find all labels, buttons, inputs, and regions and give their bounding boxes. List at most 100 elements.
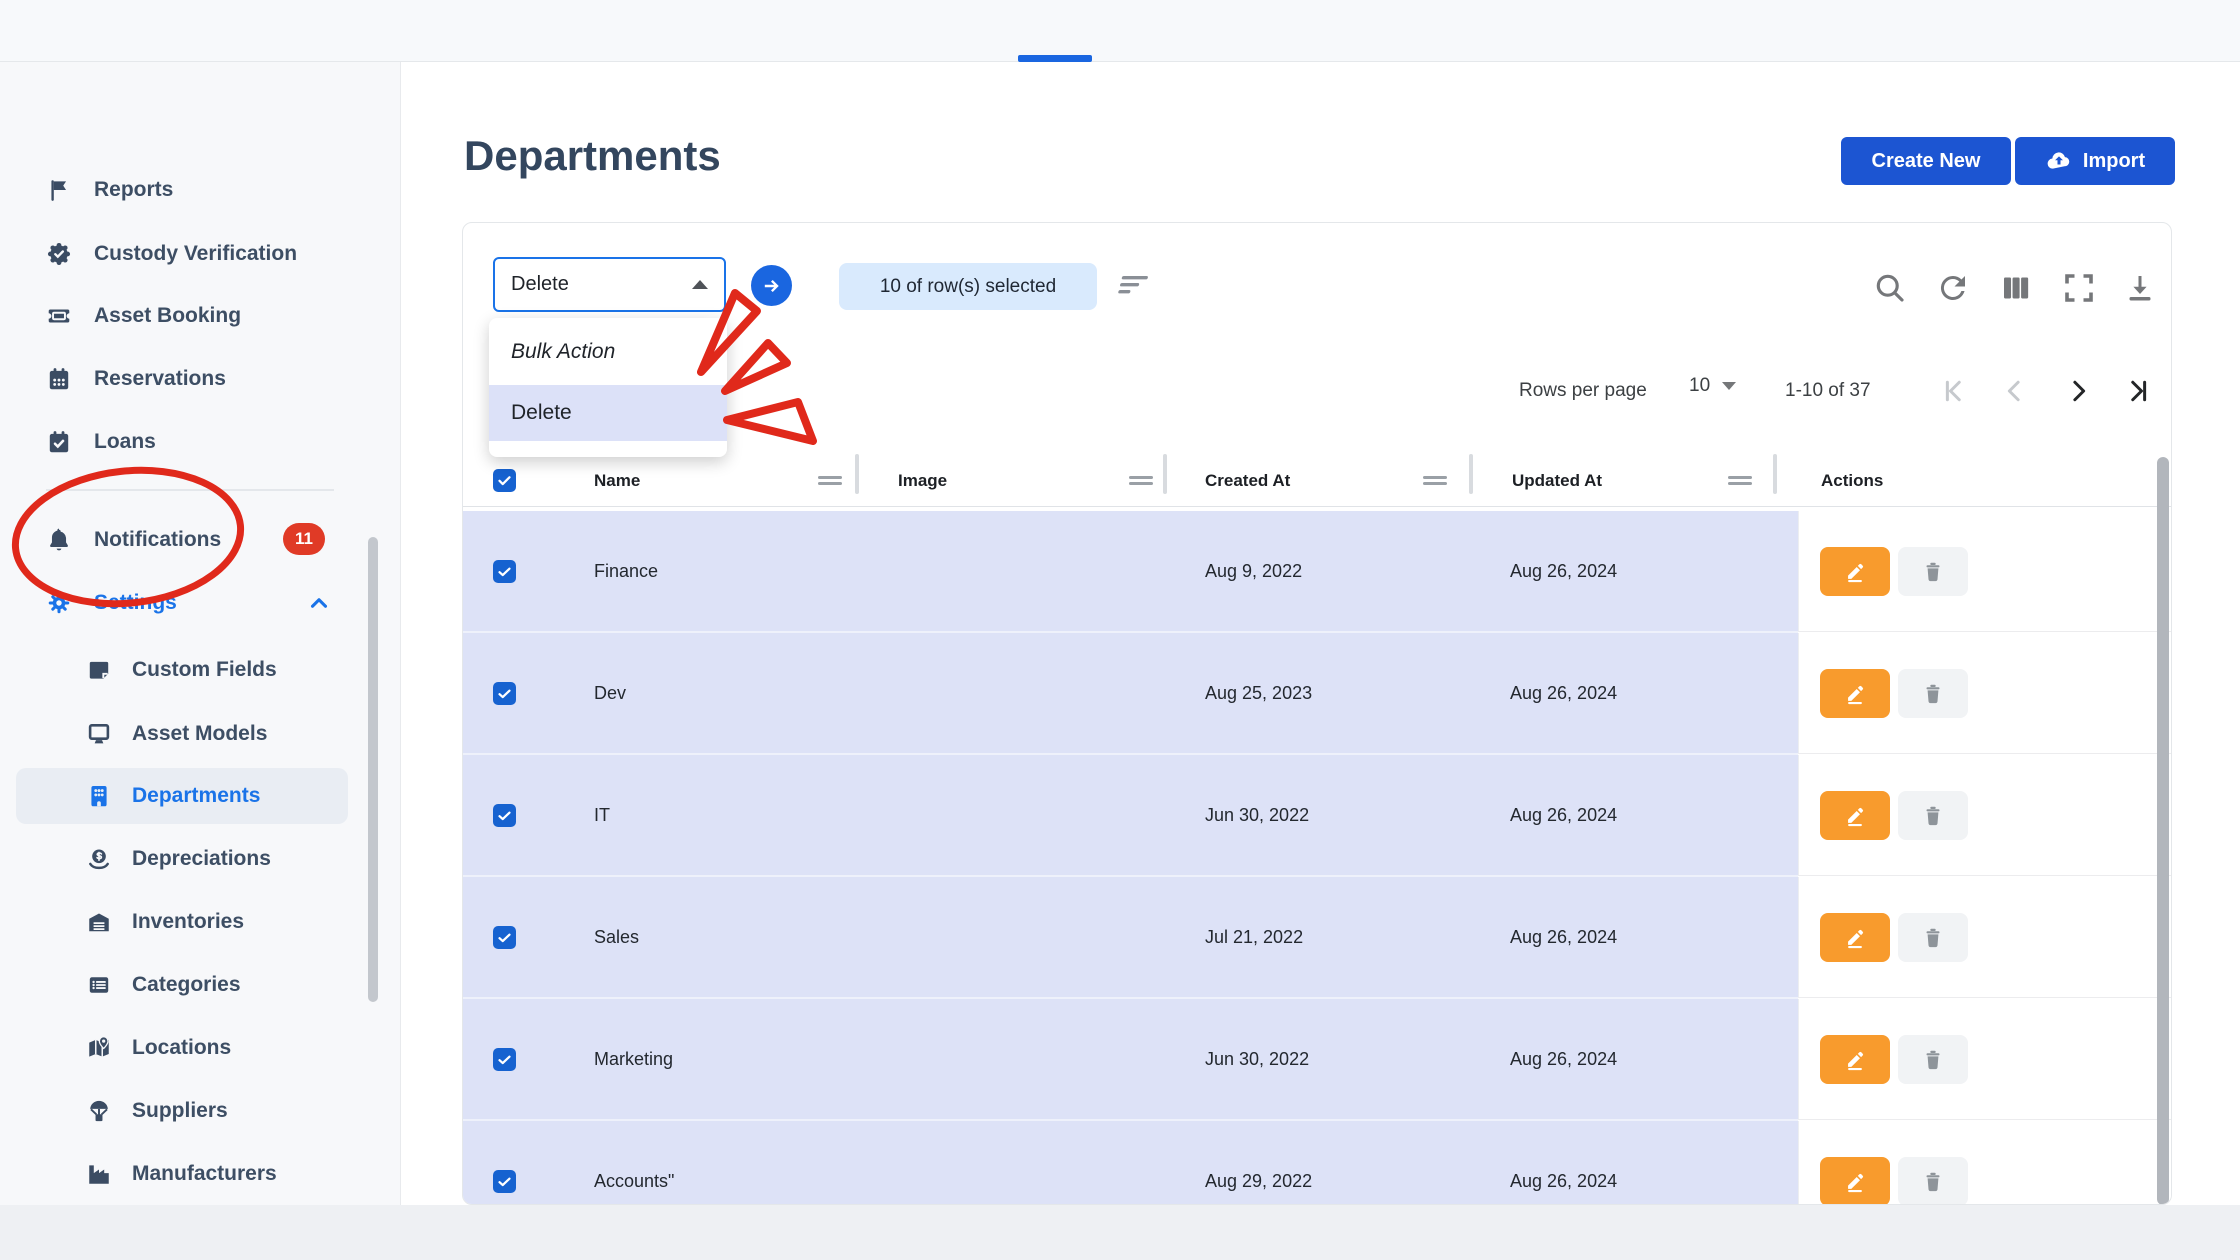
column-header-actions[interactable]: Actions — [1821, 456, 1883, 506]
column-resize-handle[interactable] — [818, 473, 842, 489]
page-title: Departments — [464, 132, 721, 179]
table-row: Accounts" Aug 29, 2022 Aug 26, 2024 — [463, 1121, 2171, 1204]
sidebar-item-asset-models[interactable]: Asset Models — [0, 712, 360, 756]
row-checkbox[interactable] — [493, 560, 516, 583]
row-selected-area[interactable]: Accounts" Aug 29, 2022 Aug 26, 2024 — [463, 1121, 1798, 1204]
sidebar-item-categories[interactable]: Categories — [0, 963, 360, 1007]
rows-per-page-select[interactable]: 10 — [1689, 375, 1737, 397]
calendar-icon — [46, 366, 72, 392]
sidebar-scrollbar[interactable] — [368, 537, 378, 1002]
sidebar-item-label: Inventories — [132, 910, 245, 933]
row-checkbox[interactable] — [493, 682, 516, 705]
bulk-action-select[interactable]: Delete — [493, 257, 726, 312]
sidebar-item-reservations[interactable]: Reservations — [0, 357, 360, 401]
table-row: Sales Jul 21, 2022 Aug 26, 2024 — [463, 877, 2171, 999]
first-page-button[interactable] — [1938, 376, 1968, 406]
bulk-action-value: Delete — [511, 273, 569, 295]
column-header-updated-at[interactable]: Updated At — [1512, 456, 1602, 506]
refresh-icon[interactable] — [1935, 270, 1971, 306]
last-page-button[interactable] — [2124, 376, 2154, 406]
create-new-button[interactable]: Create New — [1841, 137, 2011, 185]
active-tab-indicator — [1018, 55, 1092, 62]
menu-option-delete[interactable]: Delete — [489, 385, 727, 441]
badge-check-icon — [46, 241, 72, 267]
sidebar-item-reports[interactable]: Reports — [0, 168, 360, 212]
view-columns-icon[interactable] — [1998, 270, 2034, 306]
edit-button[interactable] — [1820, 669, 1890, 718]
row-checkbox[interactable] — [493, 926, 516, 949]
pencil-icon — [1842, 559, 1868, 585]
table-row: IT Jun 30, 2022 Aug 26, 2024 — [463, 755, 2171, 877]
edit-button[interactable] — [1820, 791, 1890, 840]
row-actions-cell — [1798, 511, 2171, 632]
cell-name: Accounts" — [594, 1170, 675, 1191]
cell-name: IT — [594, 804, 610, 825]
bulk-action-menu-header: Bulk Action — [511, 339, 616, 363]
filter-list-icon[interactable] — [1115, 273, 1149, 299]
sidebar-item-label: Asset Booking — [94, 304, 242, 327]
cell-created-at: Jun 30, 2022 — [1205, 804, 1310, 825]
row-selected-area[interactable]: Dev Aug 25, 2023 Aug 26, 2024 — [463, 633, 1798, 755]
next-page-button[interactable] — [2063, 376, 2093, 406]
row-selected-area[interactable]: Sales Jul 21, 2022 Aug 26, 2024 — [463, 877, 1798, 999]
select-all-checkbox[interactable] — [493, 469, 516, 492]
sidebar-item-suppliers[interactable]: Suppliers — [0, 1089, 360, 1133]
table-scrollbar[interactable] — [2157, 457, 2169, 1204]
row-selected-area[interactable]: IT Jun 30, 2022 Aug 26, 2024 — [463, 755, 1798, 877]
cell-updated-at: Aug 26, 2024 — [1510, 682, 1618, 703]
edit-button[interactable] — [1820, 547, 1890, 596]
fullscreen-icon[interactable] — [2061, 270, 2097, 306]
table-row: Finance Aug 9, 2022 Aug 26, 2024 — [463, 511, 2171, 633]
column-header-created-at[interactable]: Created At — [1205, 456, 1290, 506]
column-header-image[interactable]: Image — [898, 456, 947, 506]
sidebar-item-label: Reservations — [94, 367, 226, 390]
sidebar-item-loans[interactable]: Loans — [0, 420, 360, 464]
column-resize-handle[interactable] — [1728, 473, 1752, 489]
delete-button[interactable] — [1898, 791, 1968, 840]
sidebar-item-locations[interactable]: Locations — [0, 1026, 360, 1070]
sidebar-item-manufacturers[interactable]: Manufacturers — [0, 1152, 360, 1196]
row-checkbox[interactable] — [493, 1170, 516, 1193]
edit-button[interactable] — [1820, 913, 1890, 962]
pencil-icon — [1842, 1169, 1868, 1195]
rows-per-page-value: 10 — [1689, 375, 1711, 396]
chevron-up-icon[interactable] — [306, 590, 332, 616]
table-row: Dev Aug 25, 2023 Aug 26, 2024 — [463, 633, 2171, 755]
row-checkbox[interactable] — [493, 804, 516, 827]
sidebar-item-departments[interactable]: Departments — [0, 774, 360, 818]
column-header-name[interactable]: Name — [594, 456, 640, 506]
delete-button[interactable] — [1898, 913, 1968, 962]
rows-per-page-label: Rows per page — [1519, 380, 1647, 401]
sidebar-item-label: Locations — [132, 1036, 232, 1059]
column-separator — [855, 454, 859, 494]
apply-bulk-action-button[interactable] — [751, 265, 792, 306]
cell-updated-at: Aug 26, 2024 — [1510, 804, 1618, 825]
search-icon[interactable] — [1872, 270, 1908, 306]
sidebar-item-custody-verification[interactable]: Custody Verification — [0, 232, 360, 276]
sidebar-item-inventories[interactable]: Inventories — [0, 900, 360, 944]
trash-icon — [1921, 682, 1945, 706]
delete-button[interactable] — [1898, 669, 1968, 718]
sidebar-item-custom-fields[interactable]: Custom Fields — [0, 648, 360, 692]
import-button[interactable]: Import — [2015, 137, 2175, 185]
row-selected-area[interactable]: Marketing Jun 30, 2022 Aug 26, 2024 — [463, 999, 1798, 1121]
delete-button[interactable] — [1898, 547, 1968, 596]
row-selected-area[interactable]: Finance Aug 9, 2022 Aug 26, 2024 — [463, 511, 1798, 633]
flag-icon — [46, 177, 72, 203]
edit-button[interactable] — [1820, 1157, 1890, 1204]
previous-page-button[interactable] — [2000, 376, 2030, 406]
trash-icon — [1921, 560, 1945, 584]
pencil-icon — [1842, 803, 1868, 829]
download-icon[interactable] — [2122, 270, 2158, 306]
edit-button[interactable] — [1820, 1035, 1890, 1084]
column-resize-handle[interactable] — [1129, 473, 1153, 489]
cell-created-at: Aug 25, 2023 — [1205, 682, 1313, 703]
delete-button[interactable] — [1898, 1035, 1968, 1084]
cell-updated-at: Aug 26, 2024 — [1510, 1048, 1618, 1069]
delete-button[interactable] — [1898, 1157, 1968, 1204]
sidebar-item-asset-booking[interactable]: Asset Booking — [0, 294, 360, 338]
cell-updated-at: Aug 26, 2024 — [1510, 926, 1618, 947]
sidebar-item-depreciations[interactable]: Depreciations — [0, 837, 360, 881]
column-resize-handle[interactable] — [1423, 473, 1447, 489]
row-checkbox[interactable] — [493, 1048, 516, 1071]
